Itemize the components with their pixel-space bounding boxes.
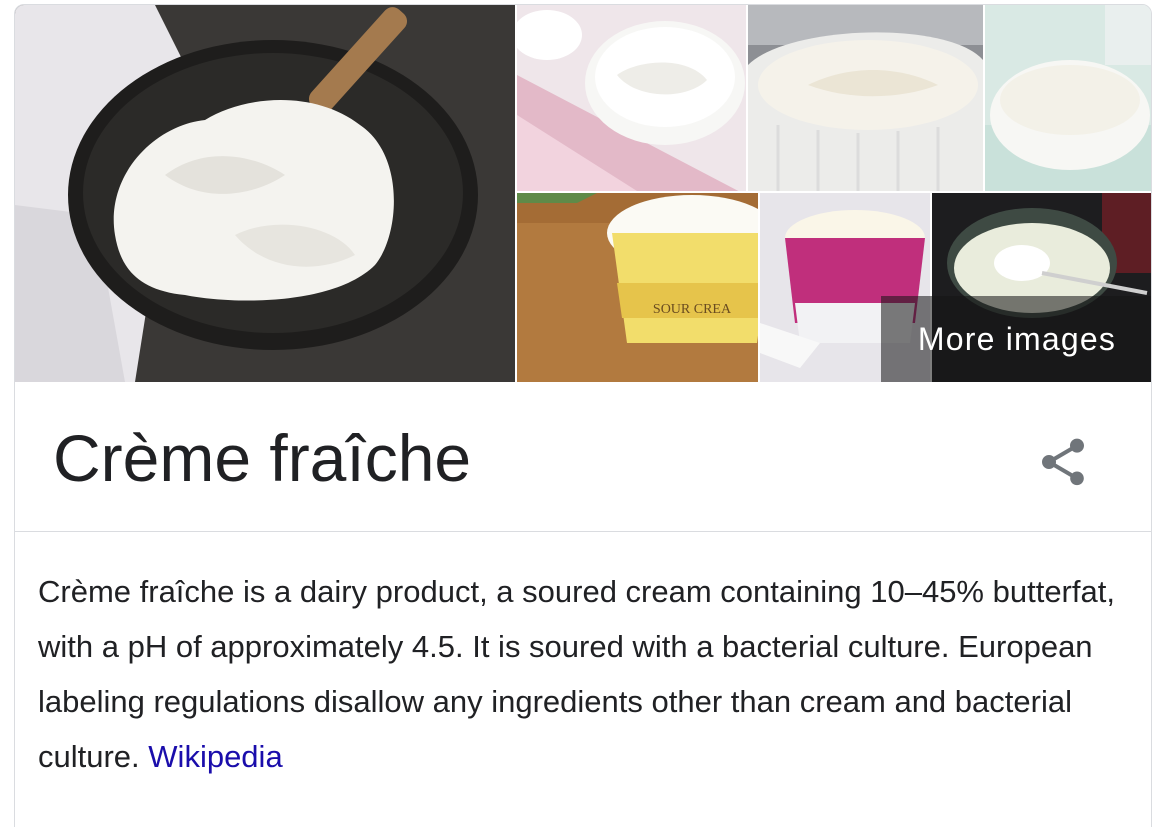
gallery-image-1[interactable] (15, 5, 515, 382)
wikipedia-link[interactable]: Wikipedia (148, 739, 282, 774)
more-images-button[interactable]: More images (881, 296, 1151, 382)
gallery-image-4[interactable] (985, 5, 1151, 191)
svg-text:SOUR CREA: SOUR CREA (653, 302, 732, 317)
title-section: Crème fraîche (15, 382, 1151, 532)
share-icon (1042, 438, 1084, 486)
share-button[interactable] (1035, 434, 1091, 490)
more-images-label: More images (917, 320, 1117, 357)
entity-description: Crème fraîche is a dairy product, a sour… (38, 564, 1118, 784)
gallery-image-2[interactable] (517, 5, 746, 191)
entity-title: Crème fraîche (53, 421, 472, 495)
gallery-image-3[interactable] (748, 5, 983, 191)
gallery-image-5[interactable]: SOUR CREA (517, 193, 758, 382)
image-gallery: SOUR CREA More images (15, 5, 1151, 382)
